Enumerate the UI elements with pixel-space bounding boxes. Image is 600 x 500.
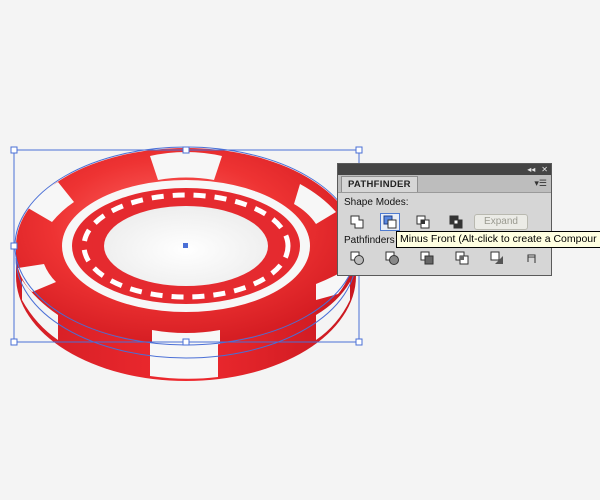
crop-icon (455, 251, 468, 264)
unite-icon (350, 215, 364, 229)
bbox-handle[interactable] (355, 146, 363, 154)
intersect-button[interactable] (413, 213, 433, 231)
expand-button[interactable]: Expand (474, 214, 528, 230)
merge-button[interactable] (417, 249, 437, 267)
divide-icon (350, 251, 364, 265)
tab-pathfinder[interactable]: PATHFINDER (341, 176, 418, 192)
divide-button[interactable] (347, 249, 367, 267)
intersect-icon (416, 215, 430, 229)
exclude-button[interactable] (446, 213, 466, 231)
trim-button[interactable] (382, 249, 402, 267)
merge-icon (420, 251, 433, 264)
minus-front-button[interactable] (380, 213, 400, 231)
bbox-handle[interactable] (10, 242, 18, 250)
panel-tab-row: PATHFINDER ▾☰ (338, 175, 551, 193)
minus-front-icon (383, 215, 397, 229)
panel-menu-icon[interactable]: ▾☰ (534, 177, 547, 189)
center-point-marker (183, 243, 188, 248)
outline-button[interactable] (487, 249, 507, 267)
collapse-icon[interactable]: ◂◂ (527, 164, 535, 175)
bbox-handle[interactable] (182, 338, 190, 346)
close-icon[interactable]: ✕ (541, 164, 548, 175)
unite-button[interactable] (347, 213, 367, 231)
pathfinder-panel: ◂◂ ✕ PATHFINDER ▾☰ Shape Modes: Expand P… (337, 163, 552, 276)
pathfinders-label: Pathfinders (344, 235, 395, 246)
crop-button[interactable] (452, 249, 472, 267)
minus-front-tooltip: Minus Front (Alt-click to create a Compo… (396, 231, 600, 248)
trim-icon (385, 251, 399, 265)
outline-icon (490, 251, 503, 264)
exclude-icon (449, 215, 463, 229)
pathfinders-buttons (347, 249, 542, 267)
minus-back-icon (527, 254, 535, 263)
poker-chip[interactable] (16, 148, 356, 381)
bbox-handle[interactable] (10, 338, 18, 346)
minus-back-button[interactable] (522, 249, 542, 267)
bbox-handle[interactable] (355, 338, 363, 346)
shape-modes-label: Shape Modes: (344, 197, 409, 208)
bbox-handle[interactable] (10, 146, 18, 154)
panel-titlebar[interactable]: ◂◂ ✕ (338, 164, 551, 175)
bbox-handle[interactable] (182, 146, 190, 154)
shape-modes-buttons (347, 213, 466, 231)
